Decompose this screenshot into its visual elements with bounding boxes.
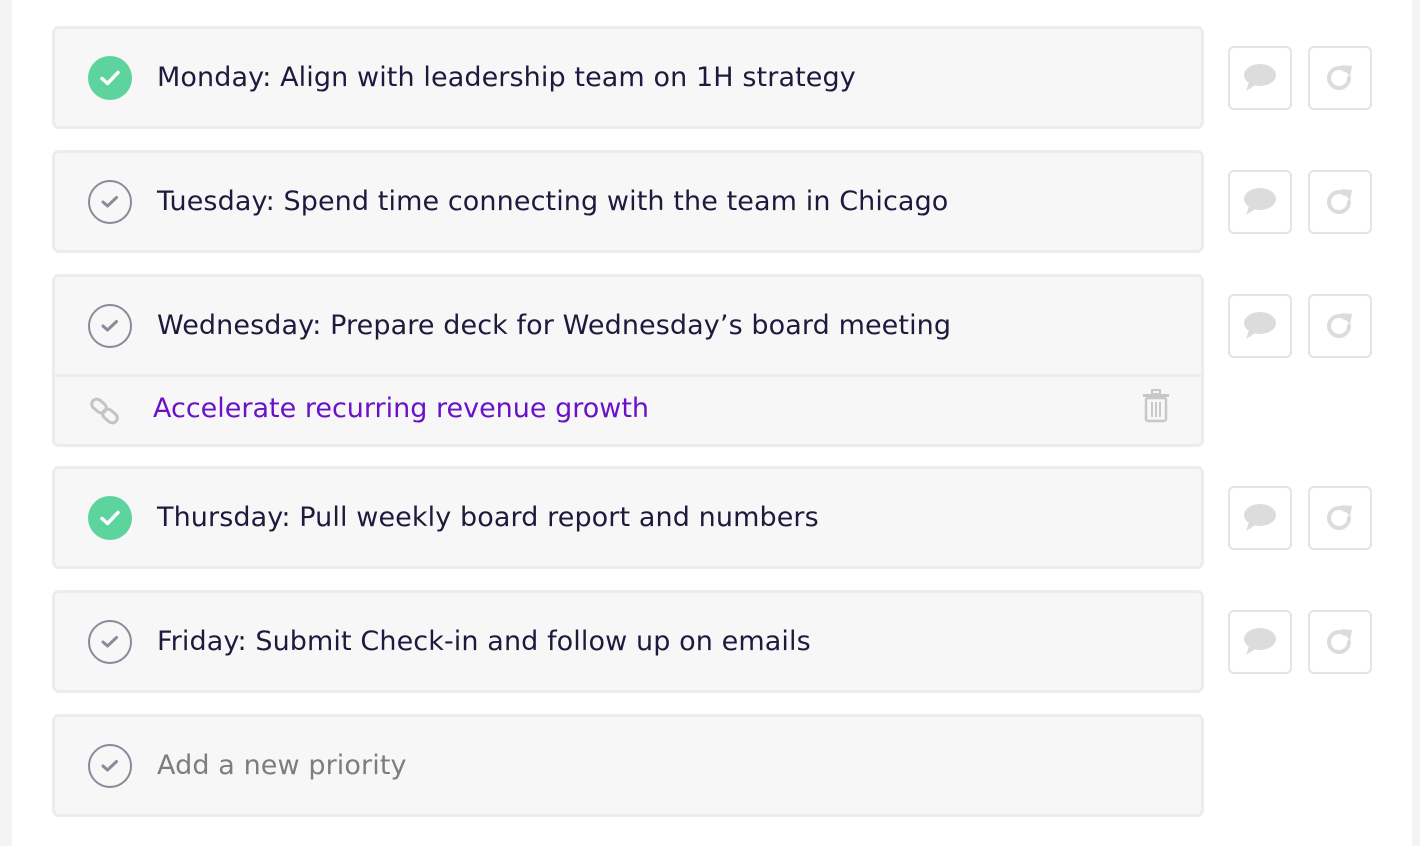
comment-icon [1244, 188, 1276, 215]
comment-button[interactable] [1228, 294, 1292, 358]
open-check-icon[interactable] [88, 179, 132, 224]
new-priority-card[interactable]: Add a new priority [52, 714, 1204, 817]
comment-icon [1244, 628, 1276, 655]
completed-check-icon[interactable] [88, 55, 132, 100]
repeat-button[interactable] [1308, 486, 1372, 550]
priority-text[interactable]: Monday: Align with leadership team on 1H… [157, 62, 856, 93]
comment-button[interactable] [1228, 170, 1292, 234]
open-check-icon[interactable] [88, 303, 132, 348]
priority-text[interactable]: Tuesday: Spend time connecting with the … [157, 186, 948, 217]
priority-card: Wednesday: Prepare deck for Wednesday’s … [52, 274, 1204, 447]
repeat-button[interactable] [1308, 294, 1372, 358]
priority-card: Thursday: Pull weekly board report and n… [52, 466, 1204, 569]
comment-button[interactable] [1228, 46, 1292, 110]
comment-icon [1244, 504, 1276, 531]
priority-card: Monday: Align with leadership team on 1H… [52, 26, 1204, 129]
repeat-icon [1327, 505, 1352, 530]
repeat-icon [1327, 189, 1352, 214]
priority-card: Friday: Submit Check-in and follow up on… [52, 590, 1204, 693]
priority-text[interactable]: Thursday: Pull weekly board report and n… [157, 502, 819, 533]
repeat-button[interactable] [1308, 610, 1372, 674]
repeat-button[interactable] [1308, 46, 1372, 110]
comment-icon [1244, 64, 1276, 91]
completed-check-icon[interactable] [88, 495, 132, 540]
repeat-icon [1327, 629, 1352, 654]
repeat-button[interactable] [1308, 170, 1372, 234]
open-check-icon [88, 743, 132, 788]
trash-icon[interactable] [1142, 389, 1170, 427]
comment-button[interactable] [1228, 610, 1292, 674]
repeat-icon [1327, 313, 1352, 338]
repeat-icon [1327, 65, 1352, 90]
comment-button[interactable] [1228, 486, 1292, 550]
priority-text[interactable]: Wednesday: Prepare deck for Wednesday’s … [157, 310, 951, 341]
comment-icon [1244, 312, 1276, 339]
linked-goal-link[interactable]: Accelerate recurring revenue growth [153, 393, 649, 424]
priority-text[interactable]: Friday: Submit Check-in and follow up on… [157, 626, 811, 657]
open-check-icon[interactable] [88, 619, 132, 664]
new-priority-input[interactable]: Add a new priority [157, 750, 407, 781]
linked-goal-row: Accelerate recurring revenue growth [55, 374, 1201, 444]
link-icon [89, 395, 121, 431]
priority-card: Tuesday: Spend time connecting with the … [52, 150, 1204, 253]
